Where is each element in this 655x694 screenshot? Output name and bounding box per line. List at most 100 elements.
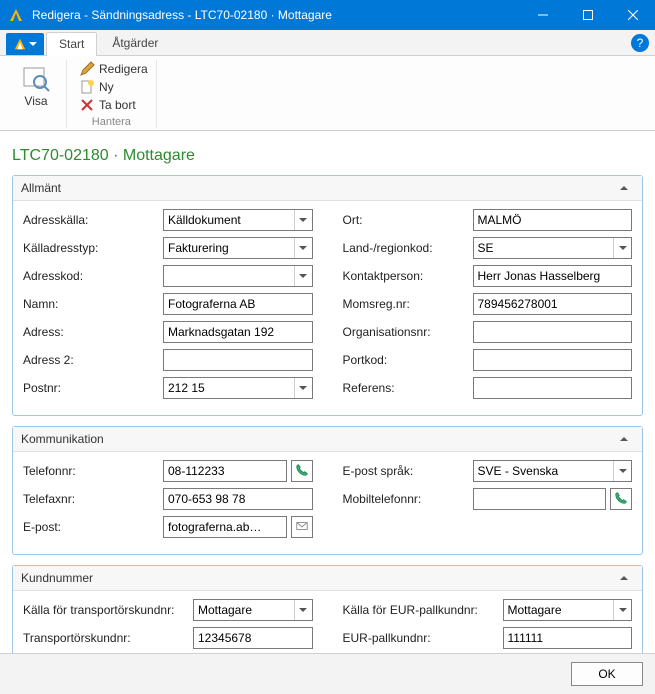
close-button[interactable] xyxy=(610,0,655,30)
section-allmant-header[interactable]: Allmänt xyxy=(13,176,642,201)
adresskalla-combo[interactable]: Källdokument xyxy=(163,209,313,231)
kalladresstyp-value: Fakturering xyxy=(164,241,294,255)
momsregnr-label: Momsreg.nr: xyxy=(343,297,473,311)
adress2-input[interactable] xyxy=(163,349,313,371)
ribbon-group-visa: Visa xyxy=(6,60,67,128)
ort-label: Ort: xyxy=(343,213,473,227)
landregionkod-combo[interactable]: SE xyxy=(473,237,633,259)
organisationsnr-input[interactable] xyxy=(473,321,633,343)
transportkundnr-input[interactable] xyxy=(193,627,313,649)
eurpallkundnr-input[interactable] xyxy=(503,627,633,649)
chevron-down-icon xyxy=(613,461,631,481)
page-title: LTC70-02180 · Mottagare xyxy=(12,147,643,165)
chevron-up-icon xyxy=(620,432,634,446)
postnr-combo[interactable]: 212 15 xyxy=(163,377,313,399)
kallatransport-label: Källa för transportörskundnr: xyxy=(23,603,193,617)
chevron-down-icon xyxy=(294,600,312,620)
section-kommunikation: Kommunikation Telefonnr: Telefaxnr: E-po… xyxy=(12,426,643,555)
section-allmant-title: Allmänt xyxy=(21,181,620,195)
window-title: Redigera - Sändningsadress - LTC70-02180… xyxy=(32,0,520,30)
ny-button[interactable]: Ny xyxy=(77,78,150,96)
file-menu-button[interactable] xyxy=(6,33,44,55)
visa-button[interactable]: Visa xyxy=(12,60,60,110)
redigera-button[interactable]: Redigera xyxy=(77,60,150,78)
kalladresstyp-label: Källadresstyp: xyxy=(23,241,163,255)
adress-label: Adress: xyxy=(23,325,163,339)
delete-icon xyxy=(79,97,95,113)
organisationsnr-label: Organisationsnr: xyxy=(343,325,473,339)
mail-icon xyxy=(295,519,309,536)
momsregnr-input[interactable] xyxy=(473,293,633,315)
section-kundnummer-header[interactable]: Kundnummer xyxy=(13,566,642,591)
adresskod-combo[interactable] xyxy=(163,265,313,287)
phone-icon xyxy=(614,491,628,508)
telefonnr-input[interactable] xyxy=(163,460,287,482)
referens-input[interactable] xyxy=(473,377,633,399)
komm-col-right: E-post språk:SVE - Svenska Mobiltelefonn… xyxy=(343,460,633,544)
chevron-down-icon xyxy=(613,238,631,258)
kalladresstyp-combo[interactable]: Fakturering xyxy=(163,237,313,259)
portkod-label: Portkod: xyxy=(343,353,473,367)
epostsprak-label: E-post språk: xyxy=(343,464,473,478)
kallatransport-value: Mottagare xyxy=(194,603,294,617)
adress2-label: Adress 2: xyxy=(23,353,163,367)
content: LTC70-02180 · Mottagare Allmänt Adresskä… xyxy=(0,131,655,666)
tab-start[interactable]: Start xyxy=(46,32,97,56)
footer: OK xyxy=(0,653,655,694)
allmant-col-left: Adresskälla:Källdokument Källadresstyp:F… xyxy=(23,209,313,405)
kund-col-right: Källa för EUR-pallkundnr:Mottagare EUR-p… xyxy=(343,599,633,655)
chevron-up-icon xyxy=(620,181,634,195)
telefonnr-label: Telefonnr: xyxy=(23,464,163,478)
landregionkod-label: Land-/regionkod: xyxy=(343,241,473,255)
epostsprak-value: SVE - Svenska xyxy=(474,464,614,478)
transportkundnr-label: Transportörskundnr: xyxy=(23,631,193,645)
kallatransport-combo[interactable]: Mottagare xyxy=(193,599,313,621)
portkod-input[interactable] xyxy=(473,349,633,371)
tab-actions-label: Åtgärder xyxy=(112,36,158,50)
chevron-down-icon xyxy=(294,378,312,398)
postnr-label: Postnr: xyxy=(23,381,163,395)
chevron-down-icon xyxy=(294,210,312,230)
ribbon-group-hantera: Redigera Ny Ta bort Hantera xyxy=(67,60,157,128)
hantera-group-label: Hantera xyxy=(92,116,131,128)
adresskod-label: Adresskod: xyxy=(23,269,163,283)
maximize-button[interactable] xyxy=(565,0,610,30)
tab-actions[interactable]: Åtgärder xyxy=(99,31,171,55)
komm-col-left: Telefonnr: Telefaxnr: E-post: xyxy=(23,460,313,544)
ort-input[interactable] xyxy=(473,209,633,231)
ribbon-tabs: Start Åtgärder ? xyxy=(0,30,655,56)
adresskalla-value: Källdokument xyxy=(164,213,294,227)
kallaeur-value: Mottagare xyxy=(504,603,614,617)
ok-button[interactable]: OK xyxy=(571,662,643,686)
namn-input[interactable] xyxy=(163,293,313,315)
kallaeur-combo[interactable]: Mottagare xyxy=(503,599,633,621)
ny-label: Ny xyxy=(99,80,114,94)
visa-label: Visa xyxy=(24,94,47,108)
epostsprak-combo[interactable]: SVE - Svenska xyxy=(473,460,633,482)
telefaxnr-input[interactable] xyxy=(163,488,313,510)
titlebar: Redigera - Sändningsadress - LTC70-02180… xyxy=(0,0,655,30)
epost-label: E-post: xyxy=(23,520,163,534)
referens-label: Referens: xyxy=(343,381,473,395)
minimize-button[interactable] xyxy=(520,0,565,30)
kund-col-left: Källa för transportörskundnr:Mottagare T… xyxy=(23,599,313,655)
app-icon xyxy=(6,5,26,25)
chevron-down-icon xyxy=(294,266,312,286)
pencil-icon xyxy=(79,61,95,77)
chevron-up-icon xyxy=(620,571,634,585)
adresskalla-label: Adresskälla: xyxy=(23,213,163,227)
kontaktperson-input[interactable] xyxy=(473,265,633,287)
help-button[interactable]: ? xyxy=(631,34,649,52)
eurpallkundnr-label: EUR-pallkundnr: xyxy=(343,631,503,645)
chevron-down-icon xyxy=(613,600,631,620)
epost-input[interactable] xyxy=(163,516,287,538)
section-kundnummer-title: Kundnummer xyxy=(21,571,620,585)
epost-send-button[interactable] xyxy=(291,516,313,538)
mobiltelefonnr-input[interactable] xyxy=(473,488,607,510)
postnr-value: 212 15 xyxy=(164,381,294,395)
section-kommunikation-header[interactable]: Kommunikation xyxy=(13,427,642,452)
adress-input[interactable] xyxy=(163,321,313,343)
telefonnr-dial-button[interactable] xyxy=(291,460,313,482)
tabort-button[interactable]: Ta bort xyxy=(77,96,150,114)
mobiltelefonnr-dial-button[interactable] xyxy=(610,488,632,510)
